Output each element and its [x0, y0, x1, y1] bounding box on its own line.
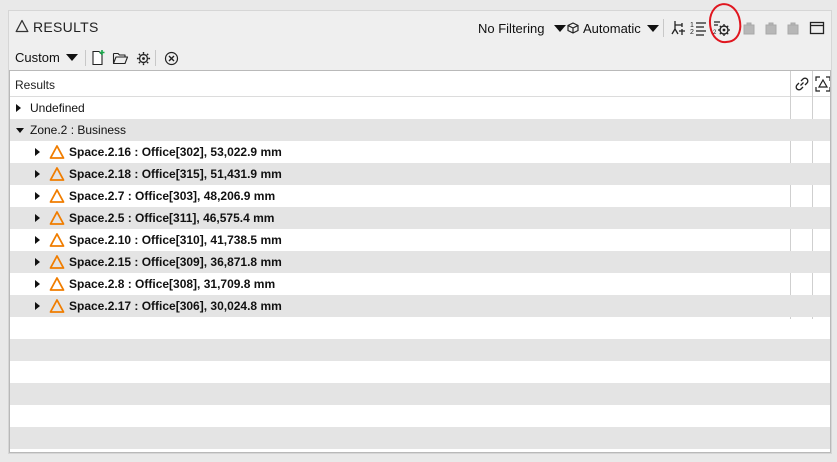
expand-closed-icon[interactable]: [35, 302, 40, 310]
svg-text:2: 2: [690, 29, 694, 36]
tree-item-row[interactable]: Space.2.8 : Office[308], 31,709.8 mm: [10, 273, 830, 295]
gear-icon[interactable]: [134, 49, 152, 67]
tree-row-label: Undefined: [30, 101, 85, 115]
tree-row-label: Space.2.5 : Office[311], 46,575.4 mm: [69, 211, 275, 225]
cube-icon: [567, 22, 579, 34]
filter-dropdown-label: No Filtering: [478, 20, 545, 36]
bag-icon[interactable]: [784, 19, 802, 37]
expand-closed-icon[interactable]: [35, 192, 40, 200]
tree-empty-row: [10, 383, 830, 405]
secondary-toolbar: Custom: [9, 47, 831, 69]
sorted-list-icon[interactable]: 1 2: [690, 19, 708, 37]
expand-closed-icon[interactable]: [35, 258, 40, 266]
preset-dropdown-label: Custom: [15, 50, 60, 65]
mode-dropdown[interactable]: Automatic: [567, 20, 659, 36]
tree-empty-row: [10, 405, 830, 427]
tree-rows: Undefined Zone.2 : Business Space.2.16 : O…: [10, 97, 830, 449]
results-tree[interactable]: Results Undefined Zone.2 : Business Space.…: [9, 70, 831, 453]
chevron-down-icon: [65, 54, 78, 61]
tree-row-label: Space.2.7 : Office[303], 48,206.9 mm: [69, 189, 276, 203]
tree-row-label: Space.2.16 : Office[302], 53,022.9 mm: [69, 145, 282, 159]
tree-empty-row: [10, 361, 830, 383]
orange-triangle-icon: [49, 255, 65, 269]
toolbar-separator: [85, 50, 86, 66]
tree-row-label: Space.2.15 : Office[309], 36,871.8 mm: [69, 255, 282, 269]
tree-item-row[interactable]: Space.2.16 : Office[302], 53,022.9 mm: [10, 141, 830, 163]
toolbar-separator: [663, 19, 664, 37]
list-settings-icon[interactable]: 2: [713, 19, 731, 37]
chevron-down-icon: [646, 24, 659, 32]
tree-row-label: Space.2.17 : Office[306], 30,024.8 mm: [69, 299, 282, 313]
tree-group-row[interactable]: Zone.2 : Business: [10, 119, 830, 141]
tree-empty-row: [10, 339, 830, 361]
tree-item-row[interactable]: Space.2.7 : Office[303], 48,206.9 mm: [10, 185, 830, 207]
mode-dropdown-label: Automatic: [583, 20, 641, 36]
tree-item-row[interactable]: Space.2.10 : Office[310], 41,738.5 mm: [10, 229, 830, 251]
title-toolbar: No Filtering Automatic 1 2 2: [9, 0, 831, 46]
zoom-fit-icon[interactable]: [815, 76, 831, 92]
close-circle-icon[interactable]: [162, 49, 180, 67]
expand-closed-icon[interactable]: [35, 280, 40, 288]
hierarchy-icon[interactable]: [670, 19, 688, 37]
expand-closed-icon[interactable]: [35, 170, 40, 178]
expand-closed-icon[interactable]: [16, 104, 21, 112]
orange-triangle-icon: [49, 299, 65, 313]
title-bar: RESULTS No Filtering Automatic 1 2 2: [9, 0, 831, 46]
results-panel: RESULTS No Filtering Automatic 1 2 2 Cus…: [8, 0, 832, 454]
expand-closed-icon[interactable]: [35, 236, 40, 244]
toolbar-separator: [155, 50, 156, 66]
tree-item-row[interactable]: Space.2.15 : Office[309], 36,871.8 mm: [10, 251, 830, 273]
open-folder-icon[interactable]: [111, 49, 129, 67]
svg-text:2: 2: [713, 30, 717, 36]
tree-row-label: Space.2.10 : Office[310], 41,738.5 mm: [69, 233, 282, 247]
tree-empty-row: [10, 317, 830, 339]
chevron-down-icon: [554, 24, 567, 32]
tree-item-row[interactable]: Space.2.5 : Office[311], 46,575.4 mm: [10, 207, 830, 229]
tree-item-row[interactable]: Space.2.17 : Office[306], 30,024.8 mm: [10, 295, 830, 317]
orange-triangle-icon: [49, 189, 65, 203]
orange-triangle-icon: [49, 211, 65, 225]
preset-dropdown[interactable]: Custom: [15, 50, 78, 65]
orange-triangle-icon: [49, 167, 65, 181]
expand-open-icon[interactable]: [16, 128, 24, 133]
tree-empty-row: [10, 427, 830, 449]
bag-icon[interactable]: [762, 19, 780, 37]
tree-group-row[interactable]: Undefined: [10, 97, 830, 119]
link-icon[interactable]: [794, 76, 810, 92]
maximize-icon[interactable]: [808, 19, 826, 37]
orange-triangle-icon: [49, 145, 65, 159]
tree-header: Results: [10, 71, 830, 97]
new-document-icon[interactable]: [89, 49, 107, 67]
orange-triangle-icon: [49, 233, 65, 247]
orange-triangle-icon: [49, 277, 65, 291]
tree-row-label: Space.2.8 : Office[308], 31,709.8 mm: [69, 277, 276, 291]
bag-icon[interactable]: [740, 19, 758, 37]
tree-row-label: Zone.2 : Business: [30, 123, 127, 137]
expand-closed-icon[interactable]: [35, 214, 40, 222]
tree-item-row[interactable]: Space.2.18 : Office[315], 51,431.9 mm: [10, 163, 830, 185]
results-column-header[interactable]: Results: [15, 78, 55, 92]
expand-closed-icon[interactable]: [35, 148, 40, 156]
svg-text:1: 1: [690, 22, 694, 29]
tree-row-label: Space.2.18 : Office[315], 51,431.9 mm: [69, 167, 282, 181]
filter-dropdown[interactable]: No Filtering: [478, 20, 567, 36]
